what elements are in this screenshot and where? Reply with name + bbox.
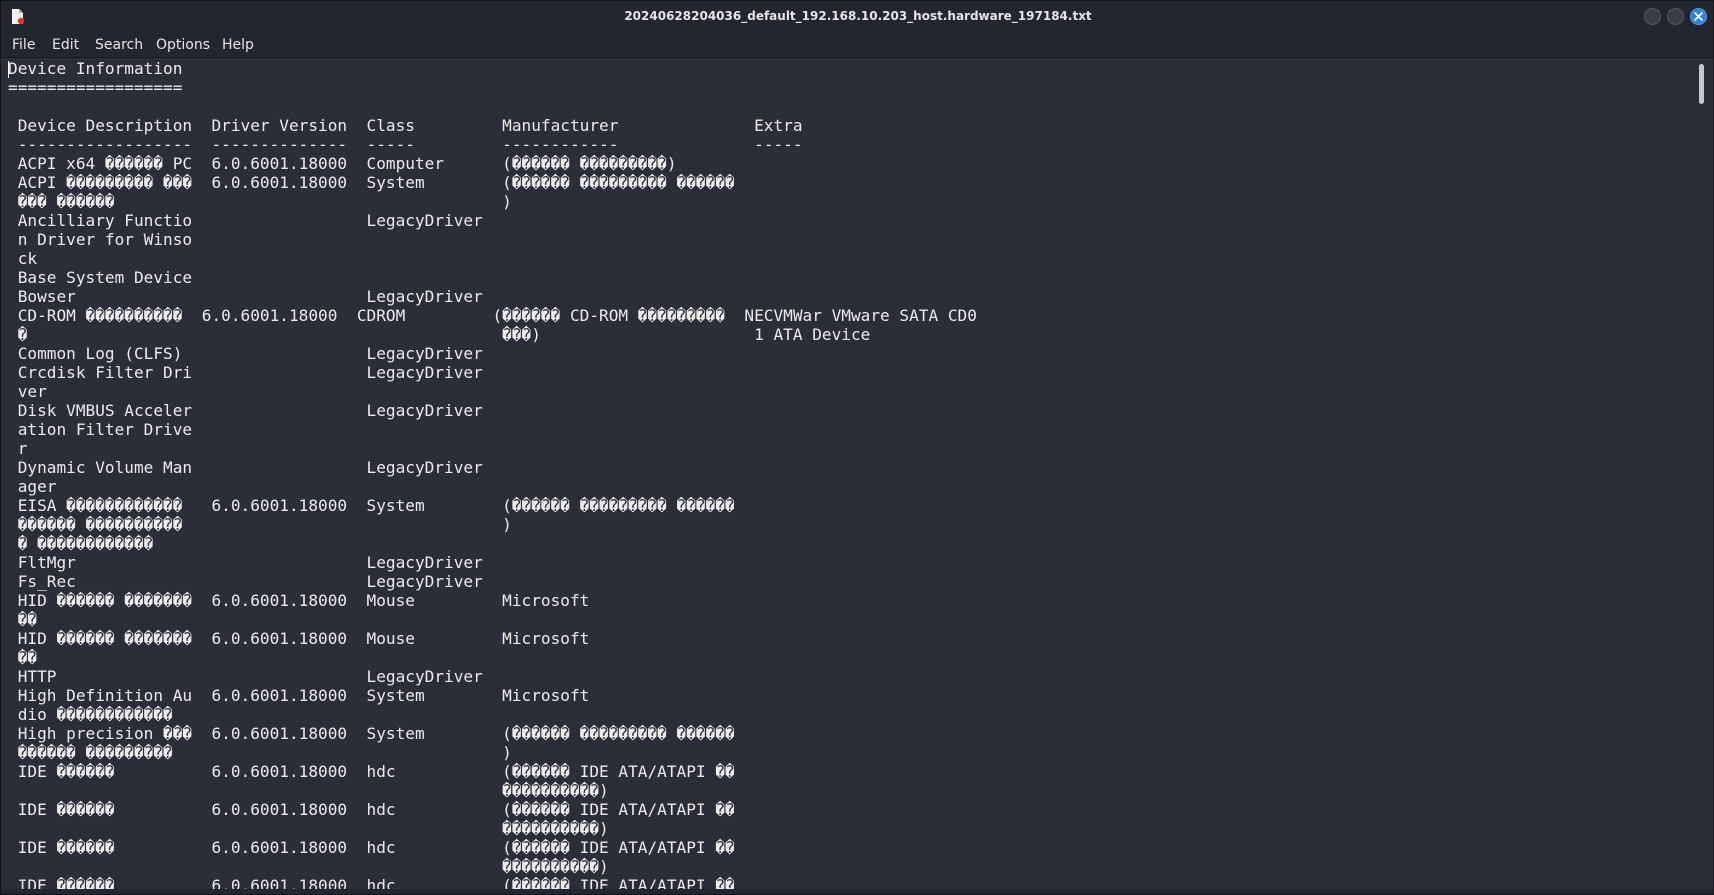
menu-edit[interactable]: Edit	[52, 32, 79, 58]
menu-options[interactable]: Options	[156, 32, 210, 58]
text-editor-window: 20240628204036_default_192.168.10.203_ho…	[0, 0, 1714, 895]
vertical-scrollbar[interactable]	[1695, 59, 1713, 889]
menu-bar: File Edit Search Options Help	[1, 32, 1713, 58]
window-title: 20240628204036_default_192.168.10.203_ho…	[624, 9, 1092, 23]
title-bar[interactable]: 20240628204036_default_192.168.10.203_ho…	[1, 1, 1713, 32]
close-icon	[1694, 12, 1703, 21]
document-text[interactable]: Device Information ================== De…	[5, 59, 1695, 889]
menu-search[interactable]: Search	[95, 32, 143, 58]
window-bottom-edge	[1, 889, 1713, 894]
text-caret	[8, 61, 9, 78]
close-button[interactable]	[1690, 8, 1707, 25]
maximize-button[interactable]	[1667, 8, 1684, 25]
text-editor-area[interactable]: Device Information ================== De…	[5, 59, 1695, 889]
scrollbar-thumb[interactable]	[1699, 64, 1704, 104]
minimize-button[interactable]	[1644, 8, 1661, 25]
menu-file[interactable]: File	[12, 32, 35, 58]
menu-help[interactable]: Help	[222, 32, 254, 58]
